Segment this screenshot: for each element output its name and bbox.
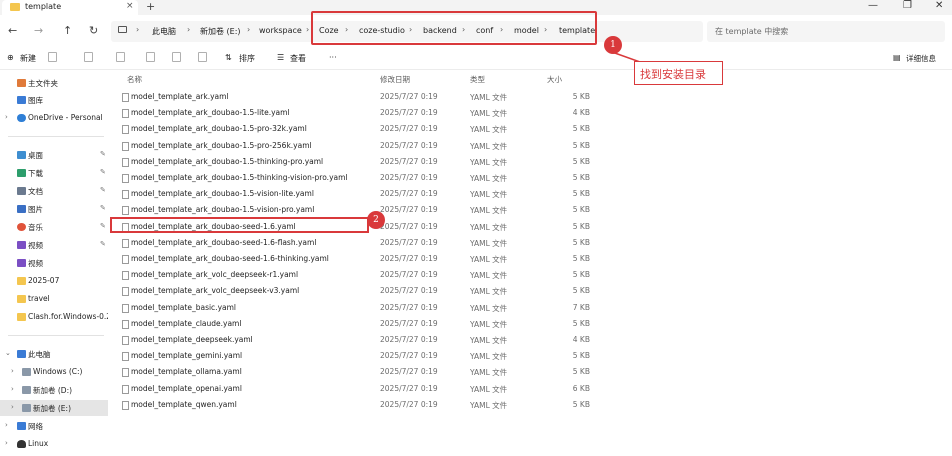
- callout-text: 找到安装目录: [640, 68, 706, 81]
- step-badge-1: 1: [604, 36, 622, 54]
- callout-box: 找到安装目录: [634, 61, 723, 85]
- leader-line: [611, 51, 641, 63]
- step-badge-2: 2: [367, 211, 385, 229]
